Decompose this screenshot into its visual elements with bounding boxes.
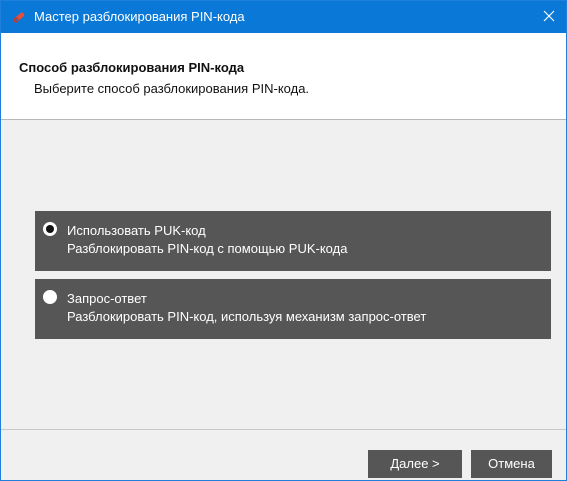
page-title: Способ разблокирования PIN-кода [19,60,245,75]
close-button[interactable] [532,1,566,33]
page-subtitle: Выберите способ разблокирования PIN-кода… [34,81,310,96]
wizard-header: Способ разблокирования PIN-кода Выберите… [1,33,566,120]
unlock-pin-wizard-window: Мастер разблокирования PIN-кода Способ р… [0,0,567,481]
key-icon [11,9,27,25]
cancel-button[interactable]: Отмена [471,450,552,478]
close-icon [543,10,555,25]
radio-challenge-response[interactable] [43,290,57,304]
option-description: Разблокировать PIN-код с помощью PUK-код… [67,241,348,256]
next-button[interactable]: Далее > [368,450,462,478]
option-description: Разблокировать PIN-код, используя механи… [67,309,427,324]
option-use-puk[interactable]: Использовать PUK-код Разблокировать PIN-… [35,211,551,271]
window-title: Мастер разблокирования PIN-кода [34,9,245,24]
wizard-footer: Далее > Отмена [1,430,566,480]
option-title: Запрос-ответ [67,291,147,306]
wizard-content: Использовать PUK-код Разблокировать PIN-… [1,120,566,430]
title-bar: Мастер разблокирования PIN-кода [1,1,566,33]
radio-use-puk[interactable] [43,222,57,236]
option-challenge-response[interactable]: Запрос-ответ Разблокировать PIN-код, исп… [35,279,551,339]
option-title: Использовать PUK-код [67,223,206,238]
